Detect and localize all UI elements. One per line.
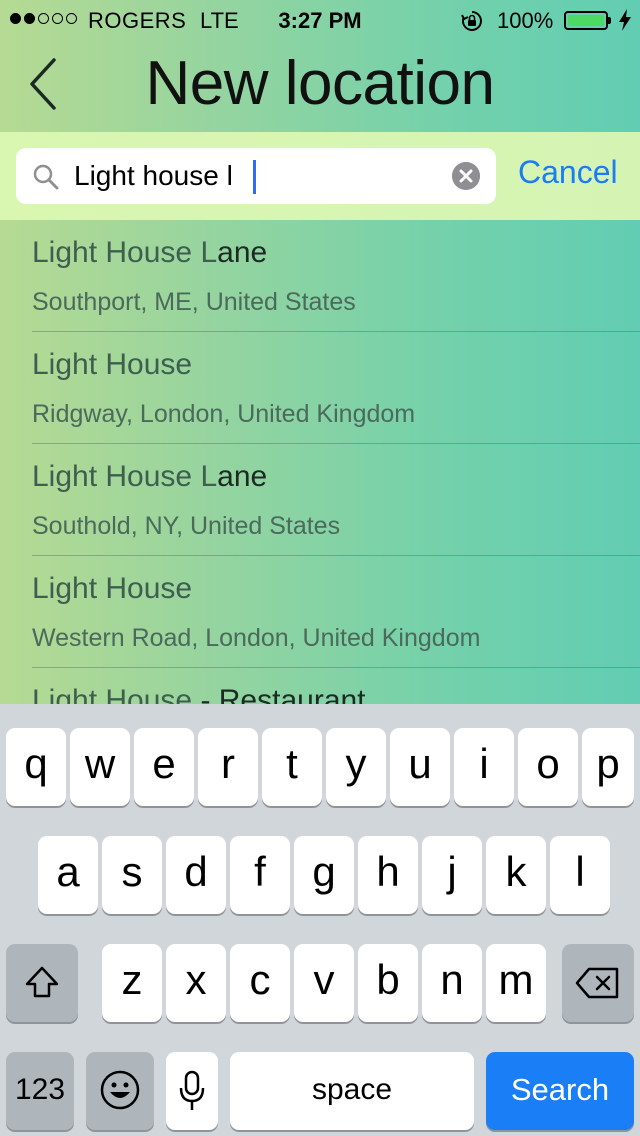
cancel-button[interactable]: Cancel — [518, 154, 618, 191]
key-k[interactable]: k — [486, 836, 546, 914]
result-item[interactable]: Light House Western Road, London, United… — [32, 556, 640, 668]
key-c[interactable]: c — [230, 944, 290, 1022]
key-n[interactable]: n — [422, 944, 482, 1022]
battery-icon — [564, 11, 611, 30]
key-r[interactable]: r — [198, 728, 258, 806]
result-title-match: Light House L — [32, 460, 218, 493]
result-title-match: Light House — [32, 684, 193, 704]
key-m[interactable]: m — [486, 944, 546, 1022]
battery-percent: 100% — [497, 8, 554, 33]
search-icon — [33, 164, 59, 190]
key-a[interactable]: a — [38, 836, 98, 914]
key-y[interactable]: y — [326, 728, 386, 806]
space-key[interactable]: space — [230, 1052, 474, 1130]
shift-icon — [25, 966, 59, 998]
shift-key[interactable] — [6, 944, 78, 1022]
delete-key[interactable] — [562, 944, 634, 1022]
result-item[interactable]: Light House Lane Southold, NY, United St… — [32, 444, 640, 556]
key-t[interactable]: t — [262, 728, 322, 806]
rotation-lock-icon — [461, 11, 482, 31]
result-title-rest: ane — [217, 236, 268, 269]
result-title: Light House - Restaurant — [32, 684, 366, 704]
key-u[interactable]: u — [390, 728, 450, 806]
result-title-rest: ane — [217, 460, 268, 493]
nav-header: New location — [0, 40, 640, 132]
result-item[interactable]: Light House - Restaurant — [32, 668, 640, 704]
result-item[interactable]: Light House Lane Southport, ME, United S… — [32, 220, 640, 332]
key-i[interactable]: i — [454, 728, 514, 806]
keyboard: q w e r t y u i o p a s d f g h j k l z … — [0, 704, 640, 1136]
key-f[interactable]: f — [230, 836, 290, 914]
microphone-icon — [179, 1070, 205, 1110]
app-screen: ROGERS LTE 3:27 PM 100% New location Lig… — [0, 0, 640, 1136]
result-item[interactable]: Light House Ridgway, London, United King… — [32, 332, 640, 444]
key-s[interactable]: s — [102, 836, 162, 914]
result-subtitle: Southport, ME, United States — [32, 288, 356, 316]
search-results-list: Light House Lane Southport, ME, United S… — [0, 220, 640, 704]
key-g[interactable]: g — [294, 836, 354, 914]
key-w[interactable]: w — [70, 728, 130, 806]
result-title-match: Light House L — [32, 236, 218, 269]
key-v[interactable]: v — [294, 944, 354, 1022]
key-j[interactable]: j — [422, 836, 482, 914]
charging-bolt-icon — [619, 9, 631, 31]
key-d[interactable]: d — [166, 836, 226, 914]
search-bar: Cancel — [0, 132, 640, 220]
backspace-icon — [575, 967, 619, 999]
result-title: Light House Lane — [32, 460, 267, 494]
clear-search-button[interactable] — [452, 162, 480, 190]
result-title-rest: - Restaurant — [192, 684, 366, 704]
search-field[interactable] — [16, 148, 496, 204]
key-l[interactable]: l — [550, 836, 610, 914]
result-title-match: Light House — [32, 348, 193, 381]
result-subtitle: Western Road, London, United Kingdom — [32, 624, 481, 652]
result-title: Light House Lane — [32, 236, 267, 270]
numbers-key[interactable]: 123 — [6, 1052, 74, 1130]
result-title: Light House — [32, 348, 192, 382]
result-title-match: Light House — [32, 572, 193, 605]
search-input[interactable] — [74, 156, 444, 196]
status-bar: ROGERS LTE 3:27 PM 100% — [0, 0, 640, 40]
emoji-icon — [100, 1070, 140, 1110]
text-caret — [253, 160, 256, 194]
dictation-key[interactable] — [166, 1052, 218, 1130]
search-key[interactable]: Search — [486, 1052, 634, 1130]
key-q[interactable]: q — [6, 728, 66, 806]
result-subtitle: Ridgway, London, United Kingdom — [32, 400, 416, 428]
emoji-key[interactable] — [86, 1052, 154, 1130]
key-p[interactable]: p — [582, 728, 634, 806]
result-subtitle: Southold, NY, United States — [32, 512, 341, 540]
key-o[interactable]: o — [518, 728, 578, 806]
key-e[interactable]: e — [134, 728, 194, 806]
result-title: Light House — [32, 572, 192, 606]
key-x[interactable]: x — [166, 944, 226, 1022]
key-h[interactable]: h — [358, 836, 418, 914]
key-b[interactable]: b — [358, 944, 418, 1022]
page-title: New location — [145, 49, 495, 118]
key-z[interactable]: z — [102, 944, 162, 1022]
